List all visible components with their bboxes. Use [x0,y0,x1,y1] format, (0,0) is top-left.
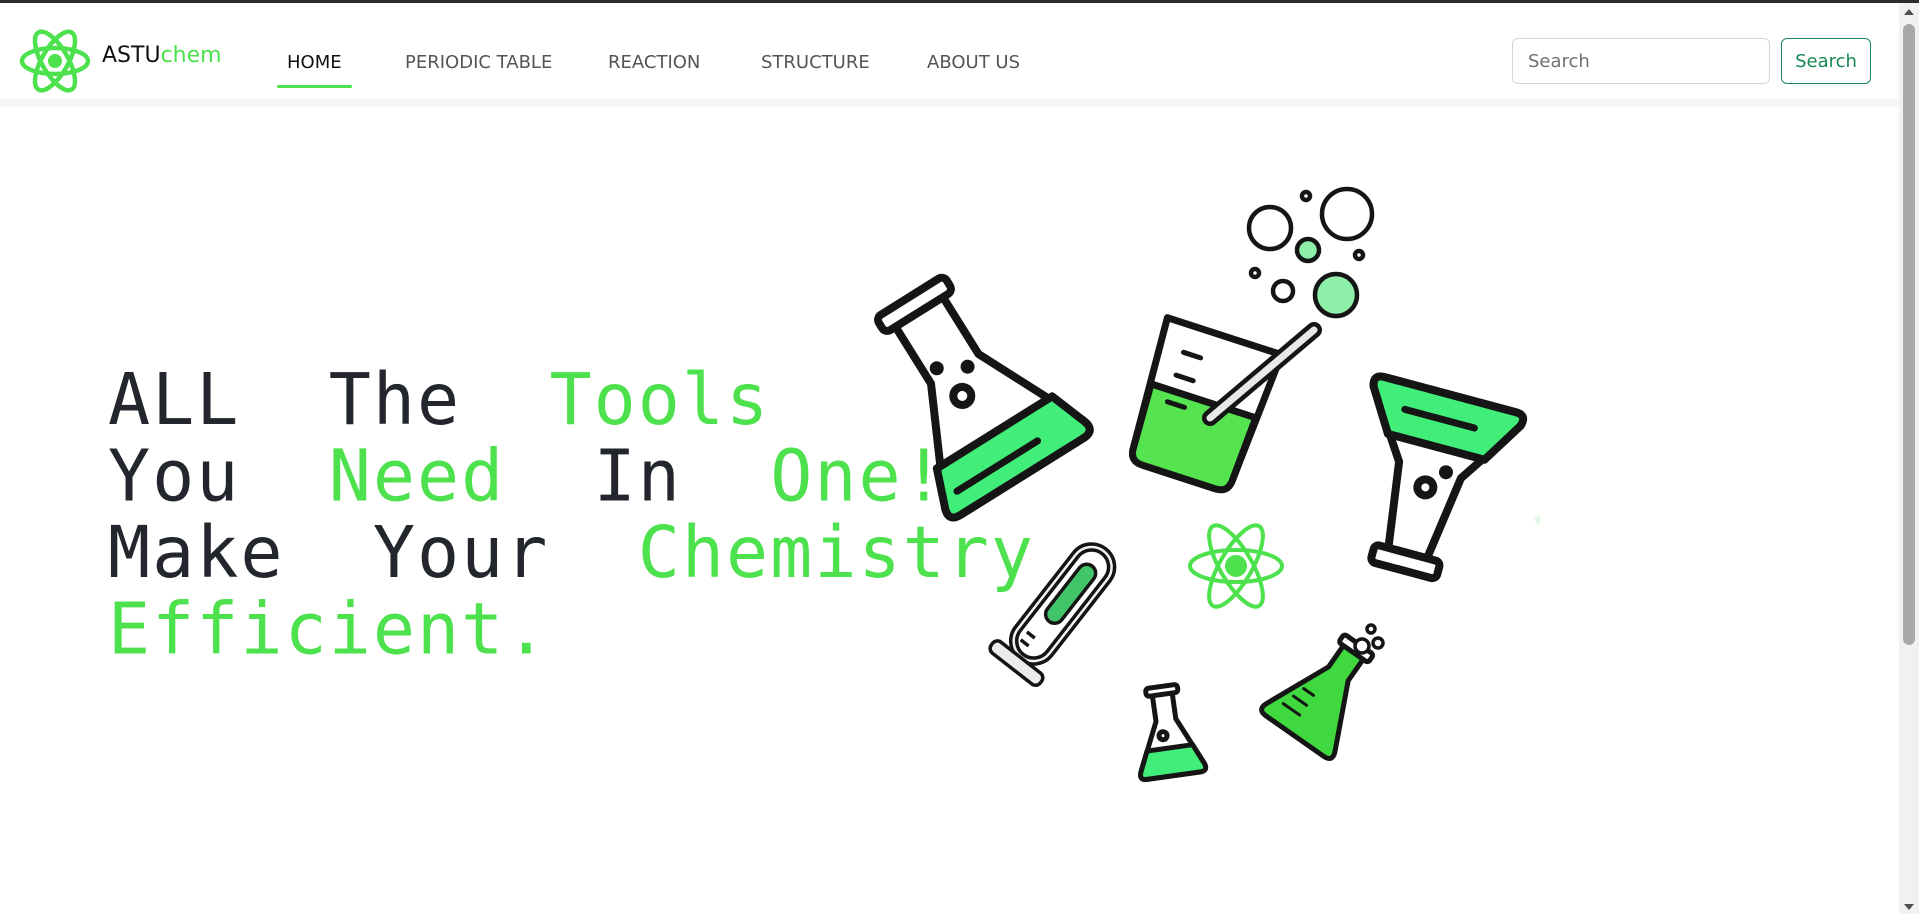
search-button[interactable]: Search [1781,38,1871,84]
nav-reaction[interactable]: REACTION [608,38,700,88]
nav-about-us[interactable]: ABOUT US [927,38,1020,88]
atom-icon [19,29,91,93]
brand-name: ASTUchem [102,45,222,67]
active-nav-indicator [277,85,352,88]
nav-structure-label: STRUCTURE [761,52,870,73]
erlenmeyer-flask-icon [874,273,1094,522]
scrollbar-thumb[interactable] [1903,24,1915,645]
round-flask-icon [1367,372,1528,583]
hero-word-accent: Need [328,434,506,519]
page-scrollbar[interactable] [1899,3,1919,914]
nav-about-us-label: ABOUT US [927,52,1021,73]
hero-word-accent: Tools [549,357,771,442]
scroll-up-arrow-icon[interactable] [1904,9,1914,15]
molecule-icon [1533,514,1540,525]
hero-word: The [328,357,462,442]
small-flask-icon [1138,682,1209,782]
bubbles-icon [1353,623,1385,655]
beaker-icon [1129,314,1286,494]
nav-home-label: HOME [287,52,342,73]
search-input[interactable] [1512,38,1770,84]
hero-word: Make [108,510,285,595]
hero-illustration [874,186,1540,782]
hero-word-accent: Efficient. [108,587,550,672]
hero-word: You [108,434,241,519]
nav-periodic-table[interactable]: PERIODIC TABLE [405,38,552,88]
brand-name-part2: chem [160,43,222,68]
nav-periodic-table-label: PERIODIC TABLE [405,52,553,73]
brand-link[interactable]: ASTUchem [18,20,222,102]
hero-word: Your [372,510,550,595]
scroll-down-arrow-icon[interactable] [1904,904,1914,910]
nav-reaction-label: REACTION [608,52,701,73]
hero-word: In [593,434,682,519]
hero-word: ALL [108,357,241,442]
nav-home[interactable]: HOME [277,38,352,88]
test-tube-icon [988,542,1117,688]
atom-icon [1188,523,1284,609]
navbar: ASTUchem HOME PERIODIC TABLE REACTION ST… [0,3,1899,107]
nav-structure[interactable]: STRUCTURE [761,38,870,88]
brand-name-part1: ASTU [102,43,161,68]
bubbles-icon [1246,186,1375,319]
